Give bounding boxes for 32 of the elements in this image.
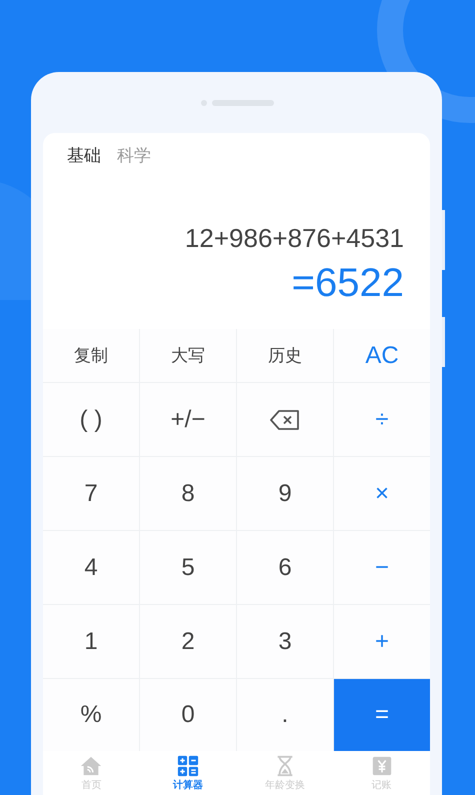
calculator-key[interactable]: 3 <box>237 605 333 678</box>
calculator-key[interactable]: 4 <box>43 531 139 604</box>
operator-key[interactable]: × <box>334 457 430 530</box>
calculator-key[interactable]: ( ) <box>43 383 139 456</box>
function-key[interactable]: 历史 <box>237 329 333 382</box>
nav-item[interactable]: 计算器 <box>140 751 236 795</box>
calculator-key[interactable]: 7 <box>43 457 139 530</box>
function-key[interactable]: 大写 <box>140 329 236 382</box>
calculator-icon <box>177 754 200 777</box>
function-key[interactable]: 复制 <box>43 329 139 382</box>
calculator-key[interactable]: 1 <box>43 605 139 678</box>
calculator-key[interactable]: 0 <box>140 679 236 752</box>
yen-note-icon <box>370 754 393 777</box>
expression-text: 12+986+876+4531 <box>184 222 404 256</box>
operator-key[interactable]: − <box>334 531 430 604</box>
calculator-key[interactable]: 8 <box>140 457 236 530</box>
calculator-key[interactable]: 6 <box>237 531 333 604</box>
operator-key[interactable]: ÷ <box>334 383 430 456</box>
calculator-key[interactable]: . <box>237 679 333 752</box>
operator-key[interactable]: AC <box>334 329 430 382</box>
calculator-key[interactable]: 9 <box>237 457 333 530</box>
backspace-icon <box>270 410 300 430</box>
result-text: =6522 <box>292 260 404 308</box>
operator-key[interactable]: + <box>334 605 430 678</box>
calculator-key[interactable]: 5 <box>140 531 236 604</box>
mode-tab[interactable]: 基础 <box>67 143 101 167</box>
home-icon <box>80 754 102 777</box>
backspace-key[interactable] <box>237 383 333 456</box>
equals-key[interactable]: = <box>334 679 430 752</box>
calculator-key[interactable]: % <box>43 679 139 752</box>
calculator-key[interactable]: 2 <box>140 605 236 678</box>
calculator-key[interactable]: +/− <box>140 383 236 456</box>
